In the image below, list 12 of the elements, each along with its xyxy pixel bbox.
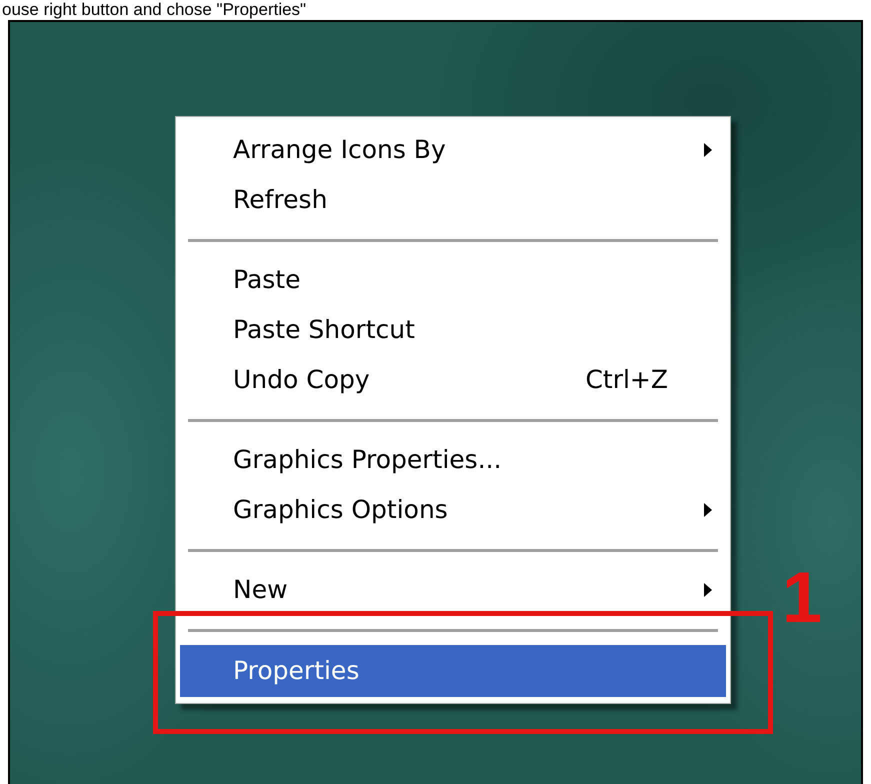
menu-item[interactable]: Graphics Properties... (180, 435, 726, 485)
menu-item[interactable]: Refresh (180, 175, 726, 225)
shortcut-text: Ctrl+Z (585, 364, 668, 396)
menu-item[interactable]: Properties (180, 645, 726, 697)
caption-text: ouse right button and chose "Properties" (1, 0, 308, 20)
menu-item[interactable]: Paste (180, 255, 726, 305)
menu-item[interactable]: New (180, 565, 726, 615)
step-number: 1 (782, 562, 822, 634)
menu-item[interactable]: Undo Copy Ctrl+Z (180, 355, 726, 405)
menu-item[interactable]: Paste Shortcut (180, 305, 726, 355)
menu-item[interactable]: Arrange Icons By (180, 125, 726, 175)
menu-item[interactable]: Graphics Options (180, 485, 726, 535)
